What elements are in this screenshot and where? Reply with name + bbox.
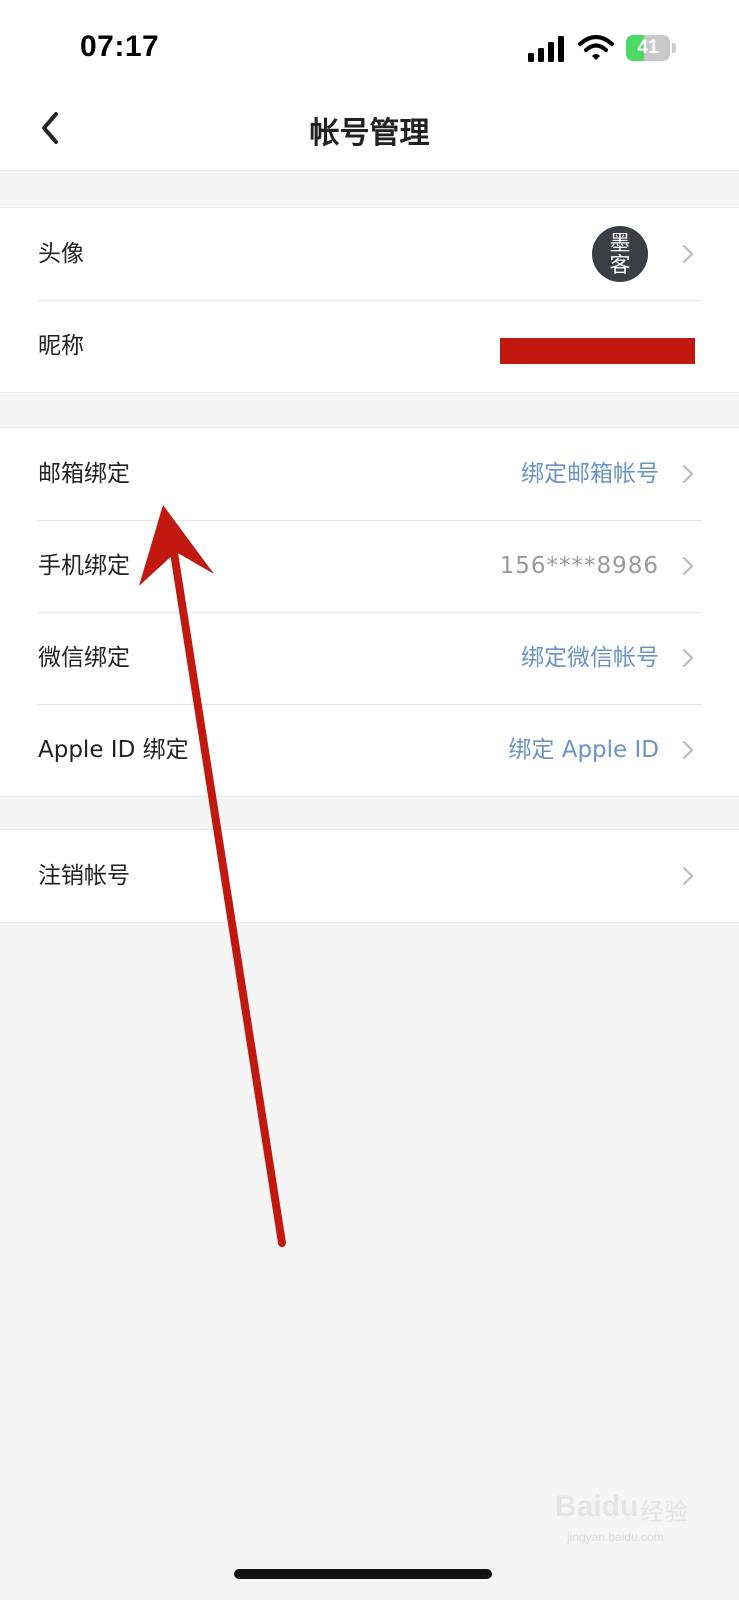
email-binding-value[interactable]: 绑定邮箱帐号 [521, 428, 659, 520]
chevron-right-icon [682, 648, 694, 668]
home-indicator[interactable] [234, 1569, 492, 1579]
chevron-right-icon [682, 244, 694, 264]
redaction-bar [500, 338, 695, 364]
chevron-right-icon [682, 740, 694, 760]
avatar-text-top: 墨 [609, 231, 631, 255]
baidu-watermark: Baidu 经验 jingyan.baidu.com [555, 1490, 705, 1550]
nickname-row[interactable]: 昵称 [0, 300, 739, 392]
chevron-right-icon [682, 866, 694, 886]
chevron-right-icon [682, 556, 694, 576]
nickname-label: 昵称 [38, 333, 84, 359]
watermark-url: jingyan.baidu.com [567, 1530, 664, 1544]
wechat-binding-label: 微信绑定 [38, 645, 130, 671]
avatar[interactable]: 墨 客 [592, 226, 648, 282]
status-time: 07:17 [80, 30, 160, 63]
profile-group: 头像 墨 客 昵称 [0, 207, 739, 393]
email-binding-row[interactable]: 邮箱绑定 绑定邮箱帐号 [0, 428, 739, 520]
status-bar: 07:17 41 [0, 0, 739, 90]
delete-account-row[interactable]: 注销帐号 [0, 830, 739, 922]
chevron-right-icon [682, 464, 694, 484]
page-title: 帐号管理 [309, 116, 430, 151]
phone-binding-value: 156****8986 [499, 553, 659, 579]
delete-account-label: 注销帐号 [38, 863, 130, 889]
phone-binding-row[interactable]: 手机绑定 156****8986 [0, 520, 739, 612]
avatar-text-bottom: 客 [609, 253, 631, 277]
phone-binding-label: 手机绑定 [38, 553, 130, 579]
battery-charging-icon: 41 [626, 35, 676, 61]
email-binding-label: 邮箱绑定 [38, 461, 130, 487]
cellular-signal-icon [528, 36, 564, 62]
watermark-brand-cn: 经验 [640, 1498, 688, 1526]
bindings-group: 邮箱绑定 绑定邮箱帐号 手机绑定 156****8986 微信绑定 绑定微信帐号… [0, 427, 739, 797]
watermark-brand: Baidu [555, 1490, 639, 1523]
nav-bar: 帐号管理 [0, 90, 739, 171]
battery-nub [672, 43, 676, 53]
wechat-binding-value[interactable]: 绑定微信帐号 [521, 612, 659, 704]
wifi-icon [578, 35, 614, 60]
apple-id-binding-label: Apple ID 绑定 [38, 737, 189, 763]
apple-id-binding-value[interactable]: 绑定 Apple ID [508, 704, 659, 796]
battery-body: 41 [626, 35, 670, 61]
avatar-row[interactable]: 头像 墨 客 [0, 208, 739, 300]
account-group: 注销帐号 [0, 829, 739, 923]
wechat-binding-row[interactable]: 微信绑定 绑定微信帐号 [0, 612, 739, 704]
apple-id-binding-row[interactable]: Apple ID 绑定 绑定 Apple ID [0, 704, 739, 796]
battery-level: 41 [637, 37, 659, 58]
avatar-label: 头像 [38, 241, 84, 267]
